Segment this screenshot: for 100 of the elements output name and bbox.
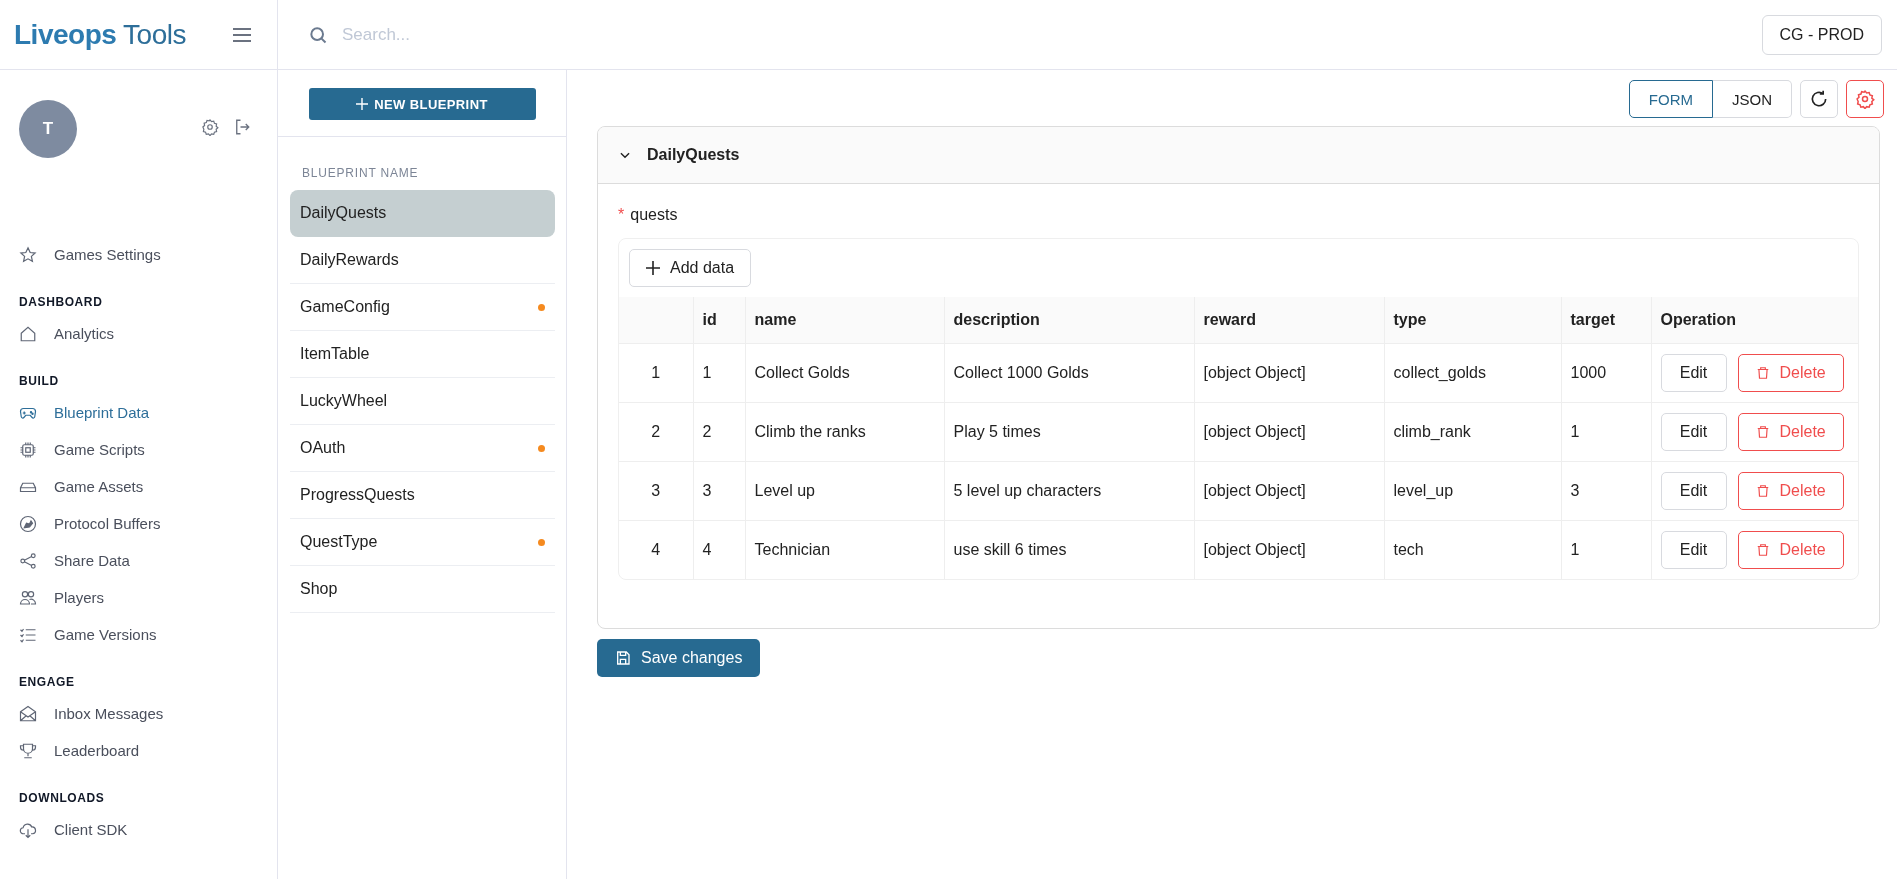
- cloud-download-icon: [19, 820, 37, 839]
- blueprint-item[interactable]: LuckyWheel: [290, 378, 555, 425]
- table-cell: 1: [1561, 520, 1651, 579]
- panel-header[interactable]: DailyQuests: [598, 127, 1879, 184]
- nav-item[interactable]: Client SDK: [0, 811, 277, 848]
- edit-button[interactable]: Edit: [1660, 413, 1727, 451]
- blueprint-item[interactable]: QuestType: [290, 519, 555, 566]
- table-cell: [object Object]: [1194, 461, 1384, 521]
- edit-button[interactable]: Edit: [1660, 531, 1727, 569]
- nav-item[interactable]: Leaderboard: [0, 732, 277, 769]
- panel-title: DailyQuests: [647, 146, 740, 164]
- table-cell: 5 level up characters: [944, 461, 1194, 521]
- environment-button[interactable]: CG - PROD: [1761, 14, 1882, 55]
- trash-icon: [1755, 543, 1770, 557]
- blueprint-name: Shop: [300, 580, 338, 598]
- table-cell: level_up: [1384, 461, 1561, 521]
- table-cell: Climb the ranks: [745, 402, 944, 462]
- edit-button[interactable]: Edit: [1660, 354, 1727, 392]
- blueprint-name: OAuth: [300, 439, 346, 457]
- share-icon: [19, 551, 37, 570]
- blueprint-name: DailyQuests: [300, 204, 387, 222]
- nav-item[interactable]: Games Settings: [0, 236, 277, 273]
- nav-item[interactable]: Game Versions: [0, 616, 277, 653]
- nav-section-title: BUILD: [18, 373, 60, 390]
- trash-icon: [1755, 484, 1770, 498]
- settings-icon: [1855, 89, 1875, 109]
- save-icon: [615, 650, 631, 666]
- envelope-icon: [19, 704, 37, 723]
- required-mark: *: [618, 206, 625, 224]
- star-icon: [19, 245, 37, 264]
- table-cell: Collect 1000 Golds: [944, 343, 1194, 403]
- row-number: 3: [619, 461, 693, 521]
- table-cell: 3: [693, 461, 745, 521]
- blueprint-name: ProgressQuests: [300, 486, 415, 504]
- nav-section-title: ENGAGE: [18, 674, 76, 691]
- column-header: id: [693, 297, 745, 344]
- row-number: 1: [619, 343, 693, 403]
- edit-button[interactable]: Edit: [1660, 472, 1727, 510]
- nav-item[interactable]: Protocol Buffers: [0, 505, 277, 542]
- blueprint-item[interactable]: Shop: [290, 566, 555, 613]
- delete-button[interactable]: Delete: [1737, 413, 1844, 451]
- blueprint-item[interactable]: ItemTable: [290, 331, 555, 378]
- app-logo: Liveops Tools: [14, 18, 186, 51]
- table-cell: 3: [1561, 461, 1651, 521]
- search-icon: [308, 24, 328, 45]
- table-cell: climb_rank: [1384, 402, 1561, 462]
- nav-item[interactable]: Blueprint Data: [0, 394, 277, 431]
- delete-button[interactable]: Delete: [1737, 531, 1844, 569]
- nav-section-title: DOWNLOADS: [18, 790, 106, 807]
- blueprint-name: ItemTable: [300, 345, 370, 363]
- logout-icon[interactable]: [233, 118, 251, 136]
- table-cell: Collect Golds: [745, 343, 944, 403]
- save-changes-button[interactable]: Save changes: [597, 639, 761, 677]
- chip-icon: [19, 440, 37, 459]
- trash-icon: [1755, 366, 1770, 380]
- table-cell: 2: [693, 402, 745, 462]
- blueprint-item[interactable]: OAuth: [290, 425, 555, 472]
- globe-icon: [19, 514, 37, 533]
- blueprint-name: LuckyWheel: [300, 392, 388, 410]
- delete-button[interactable]: Delete: [1737, 354, 1844, 392]
- refresh-icon: [1809, 89, 1829, 109]
- trophy-icon: [19, 741, 37, 760]
- table-cell: 1000: [1561, 343, 1651, 403]
- column-header: name: [745, 297, 944, 344]
- table-cell: collect_golds: [1384, 343, 1561, 403]
- blueprint-item[interactable]: DailyRewards: [290, 237, 555, 284]
- column-header: description: [944, 297, 1194, 344]
- column-header: Operation: [1651, 297, 1858, 344]
- blueprint-item[interactable]: GameConfig: [290, 284, 555, 331]
- blueprint-name: QuestType: [300, 533, 378, 551]
- table-cell: Level up: [745, 461, 944, 521]
- delete-button[interactable]: Delete: [1737, 472, 1844, 510]
- row-number: 2: [619, 402, 693, 462]
- table-cell: use skill 6 times: [944, 520, 1194, 579]
- nav-item[interactable]: Game Scripts: [0, 431, 277, 468]
- table-cell: 1: [1561, 402, 1651, 462]
- nav-item[interactable]: Inbox Messages: [0, 695, 277, 732]
- row-number: 4: [619, 520, 693, 579]
- trash-icon: [1755, 425, 1770, 439]
- users-icon: [19, 588, 37, 607]
- blueprint-name: GameConfig: [300, 298, 390, 316]
- column-header: target: [1561, 297, 1651, 344]
- settings-icon[interactable]: [201, 118, 219, 136]
- table-cell: 1: [693, 343, 745, 403]
- blueprint-item[interactable]: ProgressQuests: [290, 472, 555, 519]
- view-tab[interactable]: JSON: [1713, 80, 1792, 118]
- nav-item[interactable]: Game Assets: [0, 468, 277, 505]
- view-tab[interactable]: FORM: [1628, 80, 1713, 118]
- refresh-button[interactable]: [1800, 80, 1838, 118]
- column-header: BLUEPRINT NAME: [301, 165, 420, 182]
- settings-button[interactable]: [1846, 80, 1884, 118]
- field-label: quests: [630, 206, 678, 224]
- blueprint-name: DailyRewards: [300, 251, 399, 269]
- add-data-button[interactable]: Add data: [629, 249, 752, 287]
- nav-item[interactable]: Analytics: [0, 315, 277, 352]
- column-header: type: [1384, 297, 1561, 344]
- nav-item[interactable]: Share Data: [0, 542, 277, 579]
- new-blueprint-button[interactable]: NEW BLUEPRINT: [308, 88, 536, 120]
- blueprint-item[interactable]: DailyQuests: [290, 190, 555, 237]
- nav-item[interactable]: Players: [0, 579, 277, 616]
